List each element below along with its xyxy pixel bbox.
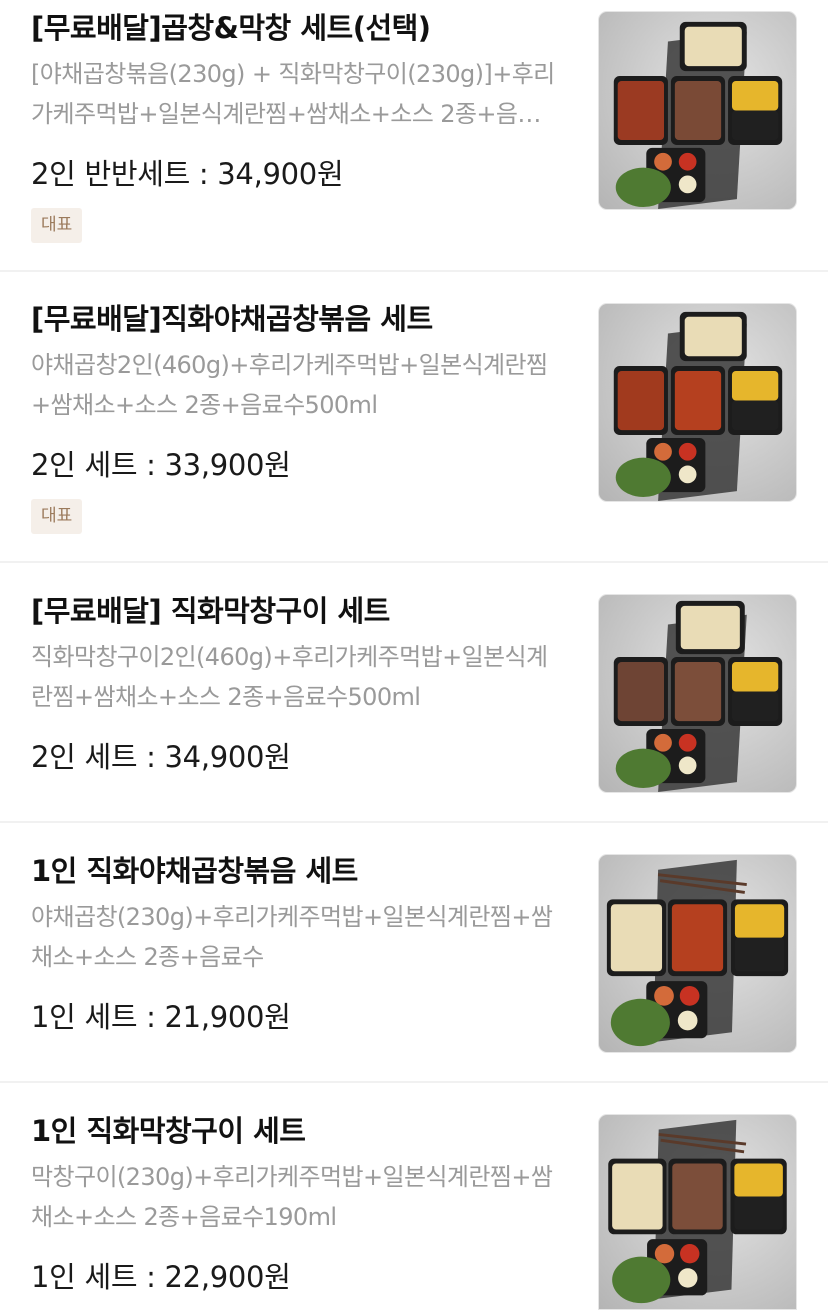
signature-badge: 대표 [31,499,83,534]
menu-item-title: 1인 직화막창구이 세트 [31,1114,306,1148]
menu-item-image[interactable] [598,11,797,210]
menu-item-image[interactable] [598,854,797,1053]
menu-item-description: 직화막창구이2인(460g)+후리가케주먹밥+일본식계란찜+쌈채소+소스 2종+… [31,643,548,711]
menu-item-price: 2인 세트 : 34,900원 [31,740,291,774]
menu-item-price: 2인 세트 : 33,900원 [31,448,291,482]
menu-list: [무료배달]곱창&막창 세트(선택) [야채곱창볶음(230g) + 직화막창구… [0,0,828,1310]
menu-item-title: [무료배달] 직화막창구이 세트 [31,594,390,628]
menu-item[interactable]: [무료배달]곱창&막창 세트(선택) [야채곱창볶음(230g) + 직화막창구… [0,0,828,272]
menu-item-title: [무료배달]곱창&막창 세트(선택) [31,11,431,45]
menu-item[interactable]: 1인 직화막창구이 세트 막창구이(230g)+후리가케주먹밥+일본식계란찜+쌈… [0,1083,828,1310]
menu-item-description: [야채곱창볶음(230g) + 직화막창구이(230g)]+후리가케주먹밥+일본… [31,60,555,128]
menu-item-description: 야채곱창2인(460g)+후리가케주먹밥+일본식계란찜+쌈채소+소스 2종+음료… [31,351,548,419]
menu-item-description: 막창구이(230g)+후리가케주먹밥+일본식계란찜+쌈채소+소스 2종+음료수1… [31,1163,553,1231]
food-photo [613,311,783,501]
menu-item-info: [무료배달] 직화막창구이 세트 직화막창구이2인(460g)+후리가케주먹밥+… [0,563,560,821]
menu-item-price: 2인 반반세트 : 34,900원 [31,157,344,191]
food-photo [606,859,789,1047]
menu-item-info: 1인 직화야채곱창볶음 세트 야채곱창(230g)+후리가케주먹밥+일본식계란찜… [0,823,560,1081]
menu-item[interactable]: 1인 직화야채곱창볶음 세트 야채곱창(230g)+후리가케주먹밥+일본식계란찜… [0,823,828,1083]
menu-item-price: 1인 세트 : 22,900원 [31,1260,291,1294]
menu-item-title: [무료배달]직화야채곱창볶음 세트 [31,302,433,336]
menu-item-image[interactable] [598,303,797,502]
menu-item-description: 야채곱창(230g)+후리가케주먹밥+일본식계란찜+쌈채소+소스 2종+음료수 [31,903,553,971]
menu-item-price: 1인 세트 : 21,900원 [31,1000,291,1034]
menu-item[interactable]: [무료배달] 직화막창구이 세트 직화막창구이2인(460g)+후리가케주먹밥+… [0,563,828,823]
food-photo [608,1119,787,1304]
menu-item-info: 1인 직화막창구이 세트 막창구이(230g)+후리가케주먹밥+일본식계란찜+쌈… [0,1083,560,1310]
signature-badge: 대표 [31,208,83,243]
food-photo [613,21,783,209]
menu-item[interactable]: [무료배달]직화야채곱창볶음 세트 야채곱창2인(460g)+후리가케주먹밥+일… [0,272,828,563]
menu-item-info: [무료배달]곱창&막창 세트(선택) [야채곱창볶음(230g) + 직화막창구… [0,0,560,270]
menu-item-image[interactable] [598,1114,797,1310]
menu-item-info: [무료배달]직화야채곱창볶음 세트 야채곱창2인(460g)+후리가케주먹밥+일… [0,272,560,561]
menu-item-image[interactable] [598,594,797,793]
menu-item-title: 1인 직화야채곱창볶음 세트 [31,854,358,888]
food-photo [613,600,783,792]
